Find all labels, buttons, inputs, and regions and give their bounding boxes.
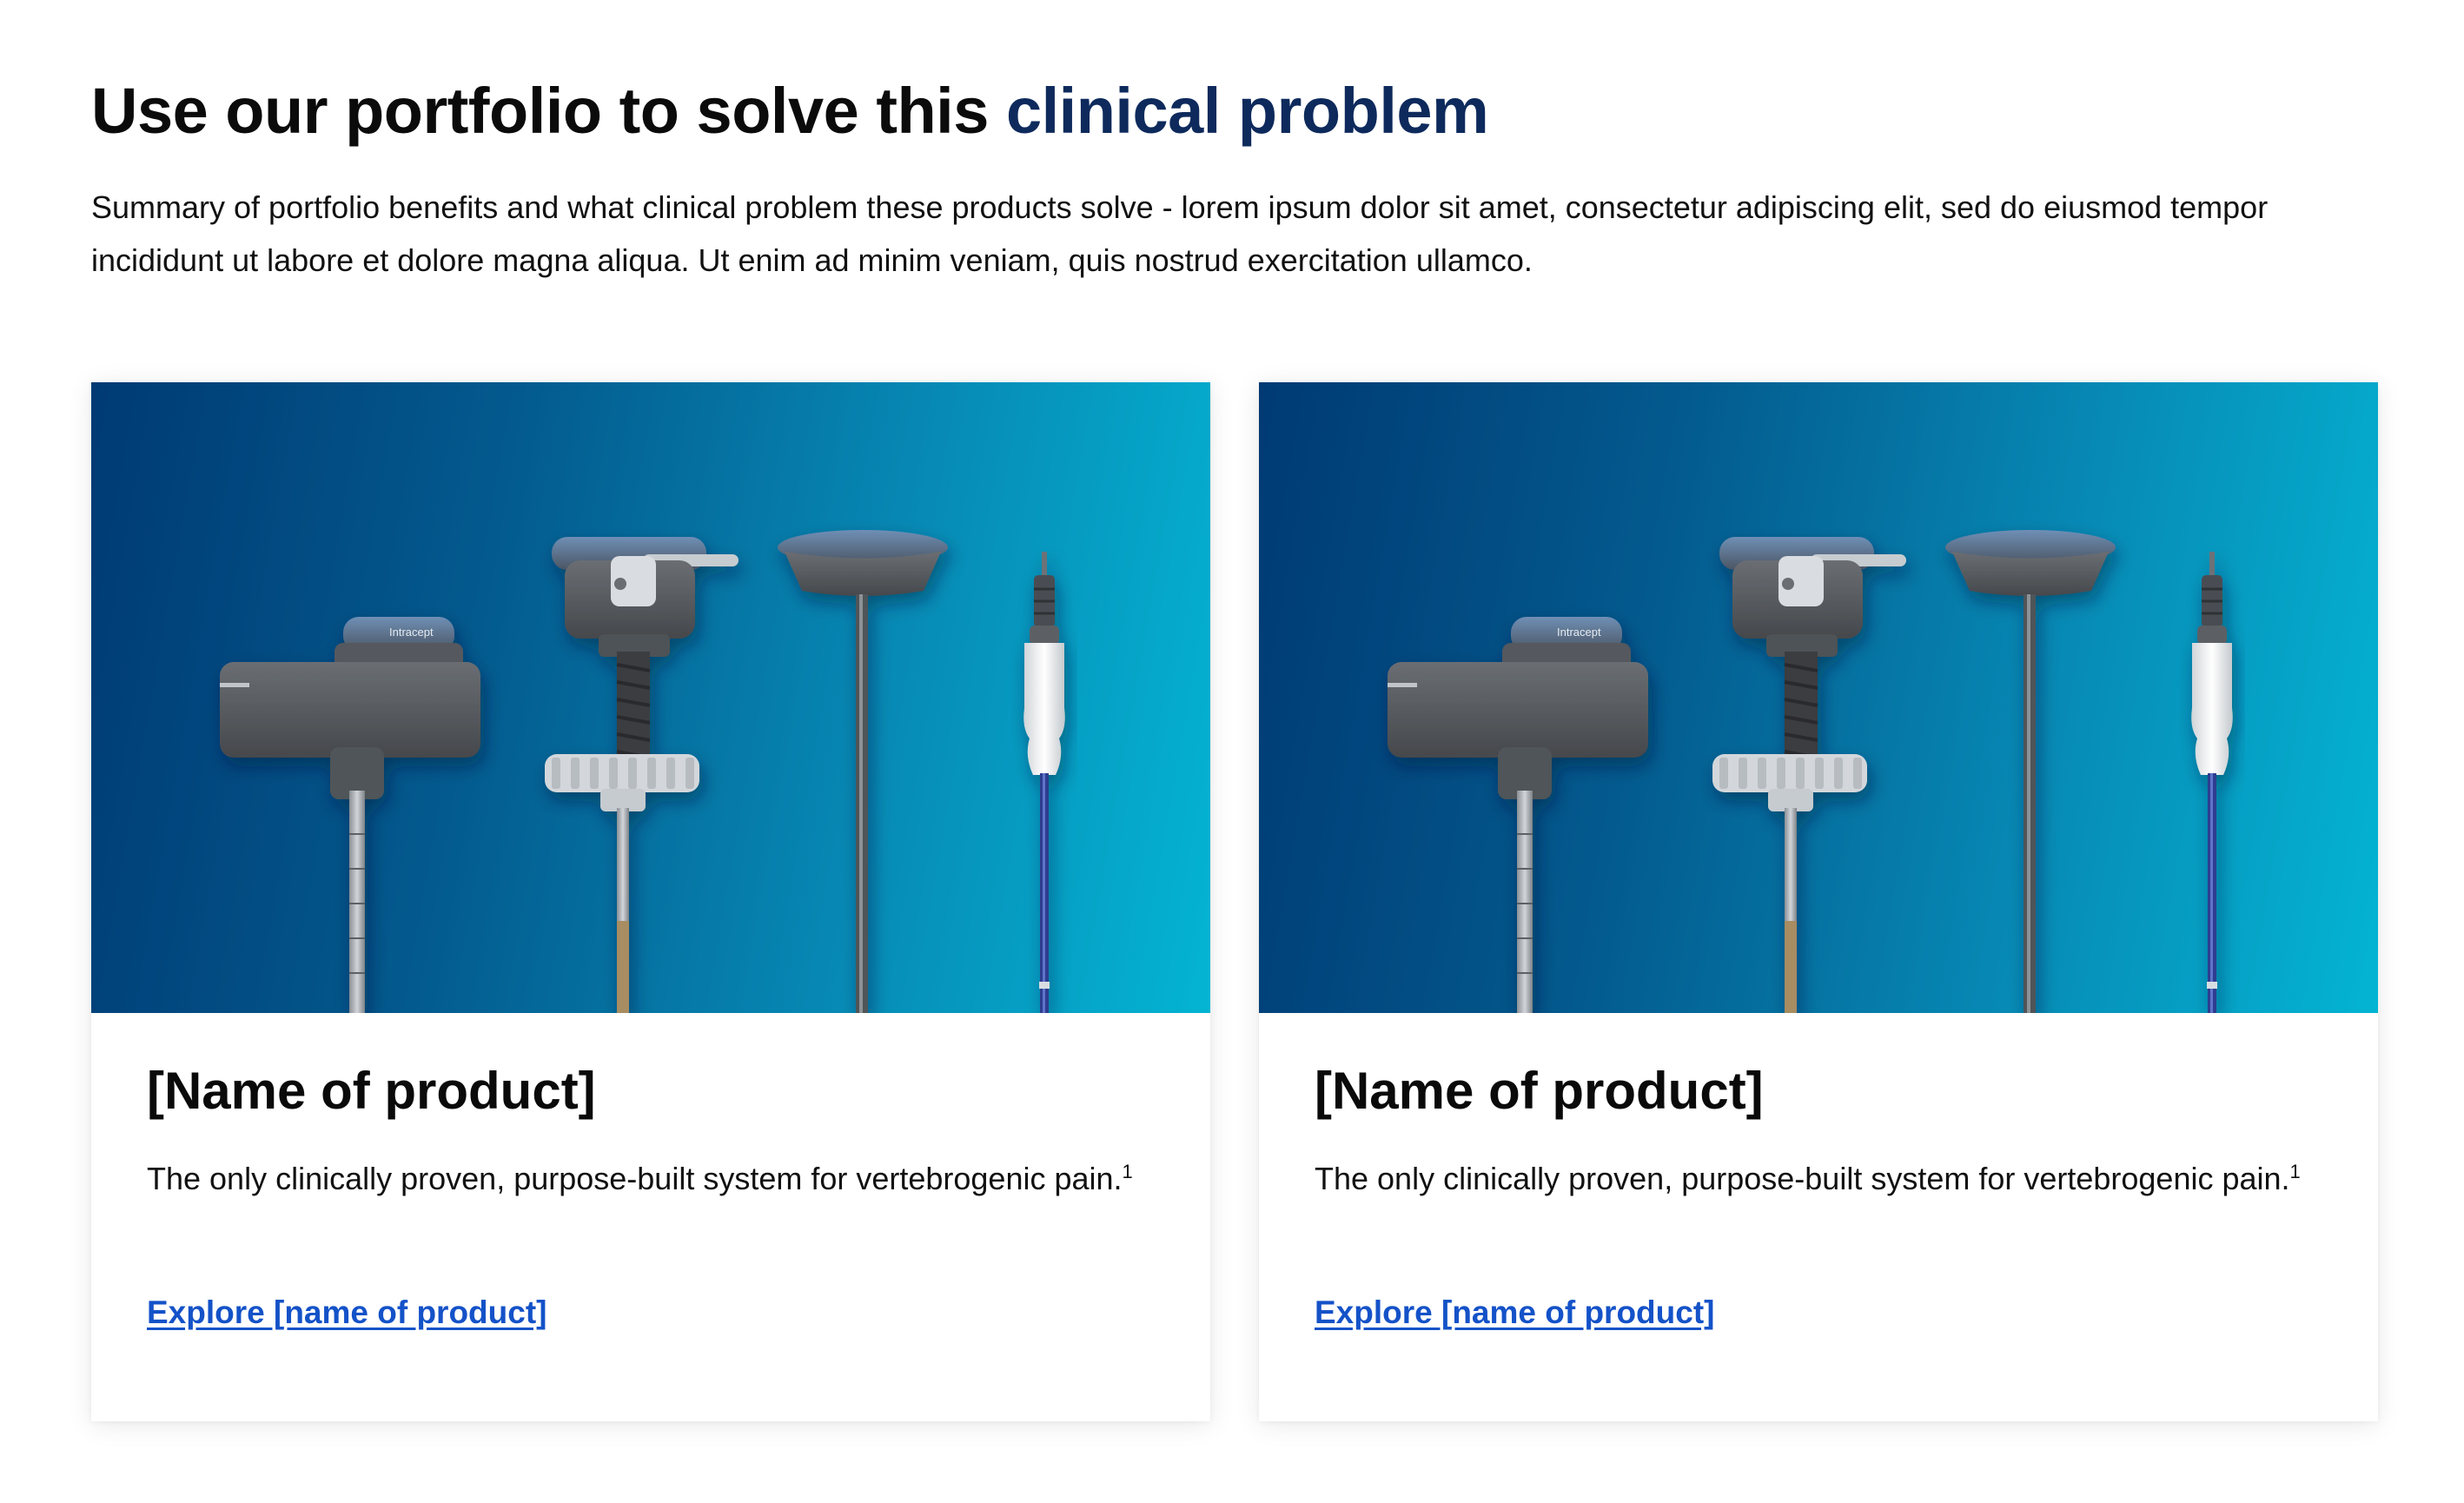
t-handle-introducer <box>1388 617 1648 1013</box>
product-image: Intracept <box>91 382 1210 1013</box>
cannula-device <box>545 537 739 1013</box>
product-brand-text: Intracept <box>389 626 434 639</box>
product-description: The only clinically proven, purpose-buil… <box>1315 1152 2322 1205</box>
product-description-text: The only clinically proven, purpose-buil… <box>147 1161 1123 1196</box>
footnote-marker: 1 <box>2289 1161 2301 1182</box>
product-image-illustration: Intracept <box>220 530 1065 1013</box>
product-cards: Intracept [Name of product] The only cli… <box>91 382 2381 1421</box>
section-heading-main: Use our portfolio to solve this <box>91 75 1006 147</box>
product-image: Intracept <box>1259 382 2378 1013</box>
explore-product-link[interactable]: Explore [name of product] <box>1315 1291 1714 1334</box>
section-heading-accent: clinical problem <box>1005 75 1489 147</box>
cannula-device <box>1712 537 1906 1013</box>
explore-product-link[interactable]: Explore [name of product] <box>147 1291 546 1334</box>
probe-device <box>1023 552 1065 1013</box>
stylet-device <box>778 530 948 1013</box>
probe-device <box>2191 552 2233 1013</box>
product-card: Intracept [Name of product] The only cli… <box>91 382 1210 1421</box>
t-handle-introducer <box>220 617 480 1013</box>
section-summary: Summary of portfolio benefits and what c… <box>91 189 2269 278</box>
product-image-illustration: Intracept <box>1388 530 2233 1013</box>
product-description: The only clinically proven, purpose-buil… <box>147 1152 1155 1205</box>
product-card: Intracept [Name of product] The only cli… <box>1259 382 2378 1421</box>
product-description-text: The only clinically proven, purpose-buil… <box>1315 1161 2290 1196</box>
stylet-device <box>1945 530 2116 1013</box>
footnote-marker: 1 <box>1122 1161 1133 1182</box>
product-brand-text: Intracept <box>1557 626 1601 639</box>
product-title: [Name of product] <box>147 1062 596 1120</box>
product-title: [Name of product] <box>1315 1062 1764 1120</box>
section-heading: Use our portfolio to solve this clinical… <box>91 68 1489 155</box>
